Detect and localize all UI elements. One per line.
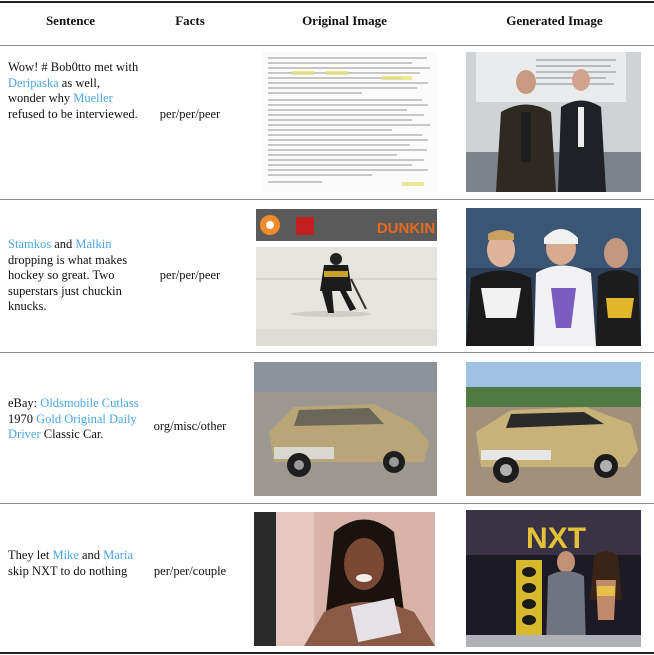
row1-original-image <box>262 52 438 192</box>
nxt-logo-text: NXT <box>526 522 586 555</box>
text: They let <box>8 548 50 562</box>
text: skip NXT to do nothing <box>8 563 128 578</box>
header-facts: Facts <box>175 13 205 28</box>
header-generated-image: Generated Image <box>506 13 603 28</box>
row4-generated-image: NXT <box>466 510 641 647</box>
row3-sentence: eBay: Oldsmobile Cutlass 1970 Gold Origi… <box>8 396 140 443</box>
row4-facts: per/per/couple <box>153 564 227 578</box>
bottom-rule <box>0 652 654 654</box>
row2-generated-image <box>466 208 641 346</box>
text: and <box>54 237 73 251</box>
row2-facts: per/per/peer <box>159 268 221 282</box>
row3-original-image <box>254 362 437 496</box>
hockey-rink-image: DUNKIN <box>256 209 437 346</box>
row-rule-3 <box>0 503 654 504</box>
entity: Maria <box>103 548 133 562</box>
row2-sentence: Stamkos and Malkin dropping is what make… <box>8 237 140 315</box>
text: Classic Car. <box>43 427 104 441</box>
text: refused to be interviewed. <box>8 106 138 121</box>
document-page-image <box>262 52 438 192</box>
generated-gold-car-image <box>466 362 641 496</box>
row4-sentence: They let Mike and Maria skip NXT to do n… <box>8 548 140 579</box>
header-rule <box>0 45 654 46</box>
generated-nxt-stage-image: NXT <box>466 510 641 647</box>
generated-hockey-players-image <box>466 208 641 346</box>
entity: Malkin <box>75 237 112 251</box>
text: Wow! # Bob0tto met with <box>8 60 139 74</box>
arena-banner-text: DUNKIN <box>377 220 435 237</box>
row-rule-1 <box>0 199 654 200</box>
results-table: Sentence Facts Original Image Generated … <box>0 0 654 655</box>
header-sentence: Sentence <box>45 13 96 28</box>
entity: Deripaska <box>8 75 59 90</box>
entity: Mike <box>52 548 79 562</box>
entity: Mueller <box>73 91 113 105</box>
row1-sentence: Wow! # Bob0tto met with Deripaska as wel… <box>8 60 140 122</box>
text: and <box>81 548 101 562</box>
row3-facts: org/misc/other <box>153 419 227 433</box>
gold-car-photo <box>254 362 437 496</box>
text: 1970 <box>8 411 33 426</box>
woman-opening-box-photo <box>254 512 435 646</box>
row2-original-image: DUNKIN <box>256 209 437 346</box>
header-original-image: Original Image <box>302 13 387 28</box>
row4-original-image <box>254 512 435 646</box>
text: dropping is what makes hockey so great. … <box>8 252 128 314</box>
row1-generated-image <box>466 52 641 192</box>
row-rule-2 <box>0 352 654 353</box>
entity: Oldsmobile Cutlass <box>40 396 139 410</box>
generated-two-men-image <box>466 52 641 192</box>
text: eBay: <box>8 396 38 410</box>
row1-facts: per/per/peer <box>159 107 221 121</box>
top-rule <box>0 1 654 3</box>
entity: Stamkos <box>8 237 52 251</box>
row3-generated-image <box>466 362 641 496</box>
